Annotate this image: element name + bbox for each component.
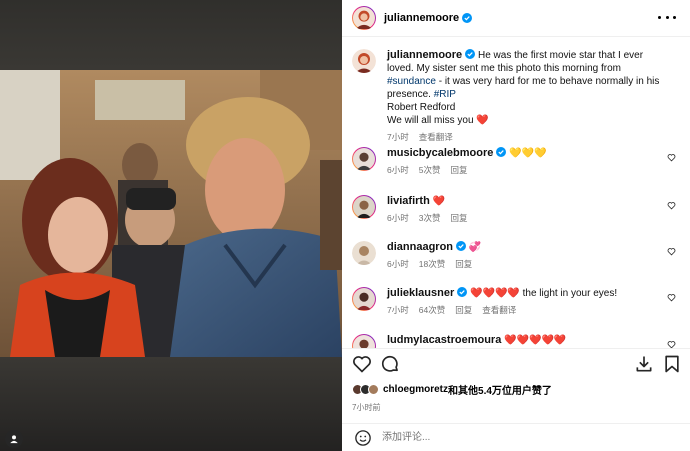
hashtag-sundance[interactable]: #sundance: [387, 76, 436, 87]
caption-username[interactable]: juliannemoore: [387, 49, 462, 61]
post-timestamp: 7小时前: [352, 403, 381, 412]
save-icon[interactable]: [662, 354, 682, 374]
comment-time: 6小时: [387, 213, 409, 223]
comments-list[interactable]: juliannemoore He was the first movie sta…: [342, 37, 690, 348]
media-background-top: [0, 0, 342, 70]
comment-time: 6小时: [387, 259, 409, 269]
comment-item: diannaagron 💞 6小时 18次赞 回复: [352, 241, 676, 270]
author-avatar[interactable]: [352, 6, 376, 30]
heart-emoji: ❤️: [476, 115, 489, 126]
see-translation-link[interactable]: 查看翻译: [482, 305, 516, 315]
verified-icon: [456, 241, 467, 251]
comment-text: ❤️❤️❤️❤️❤️: [504, 335, 567, 346]
liker-avatar: [368, 384, 379, 395]
comment-text: 💞: [468, 242, 482, 253]
caption-meta: 7小时 查看翻译: [387, 131, 672, 143]
comment-text: ❤️❤️❤️❤️ the light in your eyes!: [470, 288, 618, 299]
likes-count-text[interactable]: 和其他5.4万位用户赞了: [448, 382, 552, 397]
commenter-username[interactable]: musicbycalebmoore: [387, 147, 493, 159]
comment-text: 💛💛💛: [509, 148, 547, 159]
comment-time: 6小时: [387, 165, 409, 175]
heart-icon[interactable]: [667, 340, 676, 348]
heart-icon[interactable]: [667, 293, 676, 302]
commenter-username[interactable]: ludmylacastroemoura: [387, 334, 501, 346]
author-avatar[interactable]: [352, 49, 376, 73]
post-detail-pane: juliannemoore juliannemoore He was the f…: [342, 0, 690, 451]
more-icon: [665, 15, 669, 19]
verified-icon: [465, 49, 476, 59]
more-icon: [673, 15, 676, 19]
heart-icon[interactable]: [352, 354, 372, 374]
comment-text: ❤️: [432, 196, 446, 207]
media-background-bottom: [0, 357, 342, 451]
photo-illustration: [0, 70, 342, 357]
reply-button[interactable]: 回复: [455, 259, 472, 269]
comment-likes[interactable]: 3次赞: [419, 213, 441, 223]
more-options-button[interactable]: [658, 10, 676, 24]
author-username[interactable]: juliannemoore: [384, 12, 459, 24]
post-actions: [342, 350, 690, 378]
comment-item: ludmylacastroemoura ❤️❤️❤️❤️❤️: [352, 334, 676, 348]
post-photo[interactable]: [0, 70, 342, 357]
likes-summary[interactable]: chloegmoretz 和其他5.4万位用户赞了: [352, 382, 552, 397]
comment-time: 7小时: [387, 305, 409, 315]
comment-likes[interactable]: 64次赞: [419, 305, 445, 315]
post-media: [0, 0, 342, 451]
commenter-avatar[interactable]: [352, 147, 376, 171]
commenter-avatar[interactable]: [352, 195, 376, 219]
commenter-username[interactable]: julieklausner: [387, 287, 454, 299]
post-header: juliannemoore: [342, 0, 690, 36]
heart-icon[interactable]: [667, 247, 676, 256]
verified-icon: [496, 147, 507, 157]
comment-item: julieklausner ❤️❤️❤️❤️ the light in your…: [352, 287, 676, 316]
caption-time: 7小时: [387, 132, 409, 142]
more-icon: [658, 15, 661, 19]
share-icon[interactable]: [634, 354, 654, 374]
actions-divider: [342, 348, 690, 349]
commenter-avatar[interactable]: [352, 334, 376, 348]
see-translation-link[interactable]: 查看翻译: [419, 132, 453, 142]
comment-likes[interactable]: 5次赞: [419, 165, 441, 175]
user-tag-icon: [10, 435, 18, 444]
heart-icon[interactable]: [667, 201, 676, 210]
reply-button[interactable]: 回复: [450, 213, 467, 223]
comment-input[interactable]: [382, 429, 582, 446]
heart-icon[interactable]: [667, 153, 676, 162]
reply-button[interactable]: 回复: [450, 165, 467, 175]
hashtag-rip[interactable]: #RIP: [434, 89, 456, 100]
verified-icon: [462, 13, 473, 23]
emoji-icon[interactable]: [354, 429, 372, 447]
caption-text: juliannemoore He was the first movie sta…: [387, 49, 660, 126]
watermark-overlay: [562, 424, 682, 450]
comment-icon[interactable]: [380, 354, 400, 374]
liker-username[interactable]: chloegmoretz: [383, 384, 448, 395]
comment-item: liviafirth ❤️ 6小时 3次赞 回复: [352, 195, 676, 224]
commenter-avatar[interactable]: [352, 241, 376, 265]
reply-button[interactable]: 回复: [455, 305, 472, 315]
commenter-username[interactable]: liviafirth: [387, 195, 430, 207]
commenter-username[interactable]: diannaagron: [387, 241, 453, 253]
user-tag-button[interactable]: [5, 430, 23, 448]
post-caption: juliannemoore He was the first movie sta…: [352, 49, 672, 143]
commenter-avatar[interactable]: [352, 287, 376, 311]
comment-item: musicbycalebmoore 💛💛💛 6小时 5次赞 回复: [352, 147, 676, 176]
verified-icon: [457, 287, 468, 297]
comment-likes[interactable]: 18次赞: [419, 259, 445, 269]
